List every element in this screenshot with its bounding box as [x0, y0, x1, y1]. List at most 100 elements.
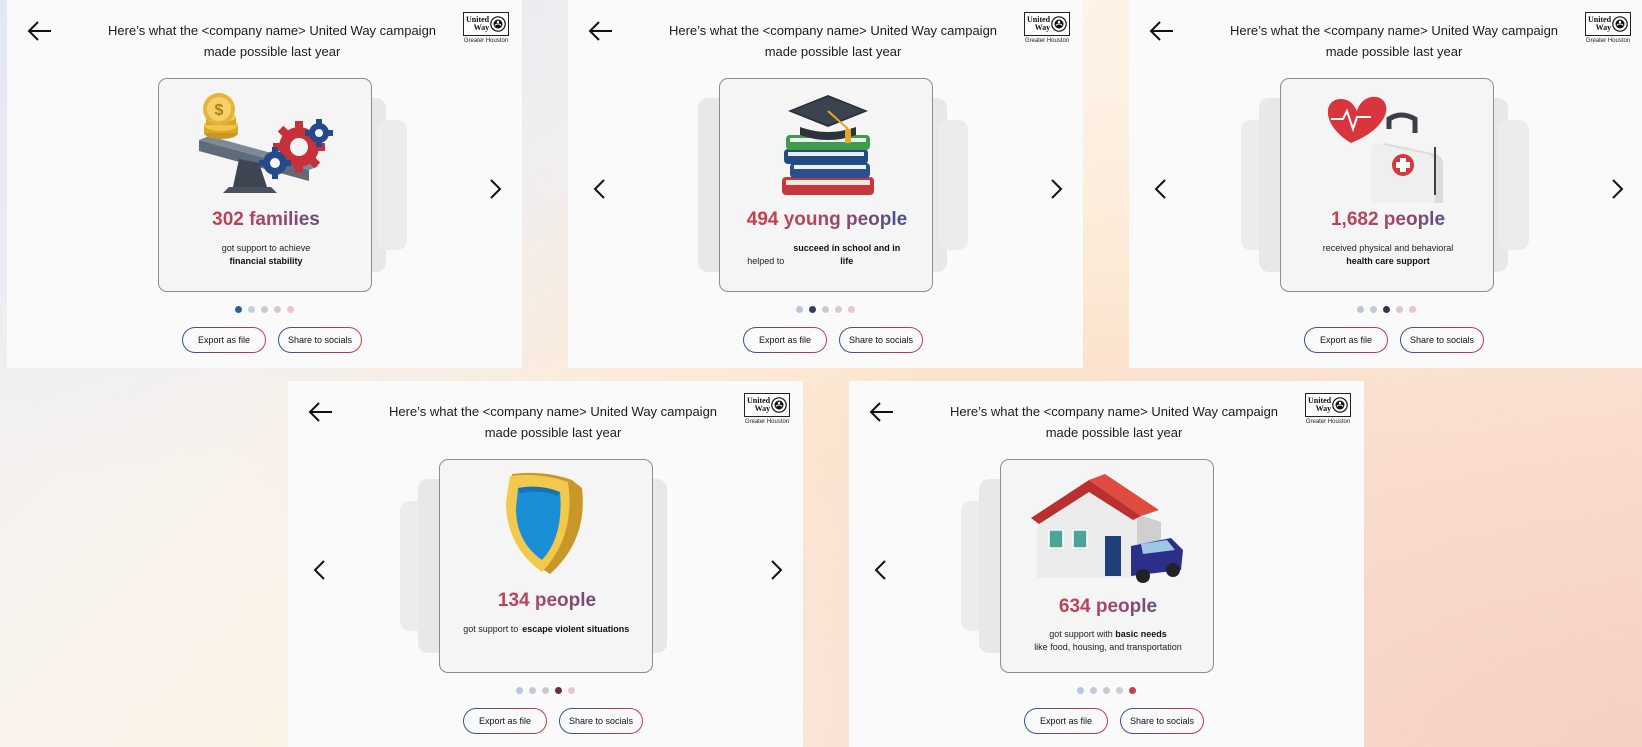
- pagination-dot-5[interactable]: [287, 306, 294, 313]
- back-arrow-icon[interactable]: [308, 399, 334, 425]
- desc-bold: succeed in school and in life: [793, 243, 901, 266]
- prev-arrow-icon[interactable]: [1153, 177, 1169, 201]
- pagination-dot-4[interactable]: [555, 687, 562, 694]
- stat-card: $ 302 families got support to achieve fi…: [158, 78, 372, 292]
- pagination-dot-1[interactable]: [235, 306, 242, 313]
- desc-plain: got support to: [463, 624, 519, 634]
- united-way-logo: United Way Greater Houston: [1303, 393, 1353, 425]
- next-arrow-icon[interactable]: [768, 558, 784, 582]
- export-as-file-button[interactable]: Export as file: [1024, 708, 1108, 734]
- stat-card: 1,682 people received physical and behav…: [1280, 78, 1494, 292]
- desc-plain: got support with: [1049, 629, 1113, 639]
- export-as-file-button[interactable]: Export as file: [1304, 327, 1388, 353]
- slide-panel-2: Here’s what the <company name> United Wa…: [568, 0, 1083, 368]
- slide-panel-5: Here’s what the <company name> United Wa…: [849, 381, 1364, 747]
- desc-plain: helped to: [747, 256, 785, 266]
- card-stack-ghost: [1499, 120, 1529, 250]
- pagination-dot-3[interactable]: [822, 306, 829, 313]
- stat-description: helped to succeed in school and in life: [720, 242, 932, 268]
- pagination-dot-2[interactable]: [248, 306, 255, 313]
- logo-word-way: Way: [1034, 23, 1051, 32]
- share-to-socials-button[interactable]: Share to socials: [278, 327, 362, 353]
- books-graduation-cap-icon: [782, 95, 874, 195]
- pagination-dot-2[interactable]: [809, 306, 816, 313]
- svg-text:$: $: [215, 102, 224, 119]
- export-as-file-button[interactable]: Export as file: [463, 708, 547, 734]
- next-arrow-icon[interactable]: [1609, 177, 1625, 201]
- logo-subtitle: Greater Houston: [744, 419, 790, 425]
- pagination-dot-3[interactable]: [1103, 687, 1110, 694]
- prev-arrow-icon[interactable]: [873, 558, 889, 582]
- pagination-dot-3[interactable]: [542, 687, 549, 694]
- pagination-dot-4[interactable]: [835, 306, 842, 313]
- logo-emblem-icon: [1051, 16, 1067, 32]
- pagination-dots: [1129, 306, 1642, 313]
- stat-card: 634 people got support with basic needs …: [1000, 459, 1214, 673]
- shield-icon: [506, 472, 583, 574]
- next-arrow-icon[interactable]: [487, 177, 503, 201]
- pagination-dots: [7, 306, 522, 313]
- back-arrow-icon[interactable]: [1149, 18, 1175, 44]
- card-stack-ghost: [377, 120, 407, 250]
- pagination-dot-1[interactable]: [1077, 687, 1084, 694]
- back-arrow-icon[interactable]: [588, 18, 614, 44]
- prev-arrow-icon[interactable]: [592, 177, 608, 201]
- share-to-socials-button[interactable]: Share to socials: [839, 327, 923, 353]
- logo-subtitle: Greater Houston: [1585, 38, 1631, 44]
- export-as-file-button[interactable]: Export as file: [743, 327, 827, 353]
- pagination-dot-4[interactable]: [1396, 306, 1403, 313]
- stat-card: 494 young people helped to succeed in sc…: [719, 78, 933, 292]
- logo-word-way: Way: [1595, 23, 1612, 32]
- stat-value: 494 young people: [720, 209, 932, 231]
- prev-arrow-icon[interactable]: [312, 558, 328, 582]
- pagination-dot-2[interactable]: [529, 687, 536, 694]
- pagination-dot-3[interactable]: [261, 306, 268, 313]
- logo-subtitle: Greater Houston: [1024, 38, 1070, 44]
- house-car-icon: [1031, 474, 1183, 583]
- stat-description: got support with basic needs like food, …: [1001, 628, 1213, 654]
- pagination-dot-1[interactable]: [516, 687, 523, 694]
- pagination-dot-1[interactable]: [1357, 306, 1364, 313]
- logo-subtitle: Greater Houston: [463, 38, 509, 44]
- logo-emblem-icon: [1332, 397, 1348, 413]
- stat-card: 134 people got support to escape violent…: [439, 459, 653, 673]
- pagination-dot-4[interactable]: [274, 306, 281, 313]
- page-title: Here’s what the <company name> United Wa…: [949, 404, 1279, 440]
- share-to-socials-button[interactable]: Share to socials: [559, 708, 643, 734]
- desc-bold: basic needs: [1115, 629, 1167, 639]
- pagination-dot-5[interactable]: [1129, 687, 1136, 694]
- desc-bold: financial stability: [229, 256, 303, 266]
- pagination-dots: [568, 306, 1083, 313]
- stat-value: 302 families: [159, 209, 371, 231]
- pagination-dot-5[interactable]: [568, 687, 575, 694]
- logo-emblem-icon: [1612, 16, 1628, 32]
- share-to-socials-button[interactable]: Share to socials: [1120, 708, 1204, 734]
- export-as-file-button[interactable]: Export as file: [182, 327, 266, 353]
- pagination-dot-2[interactable]: [1090, 687, 1097, 694]
- page-title: Here’s what the <company name> United Wa…: [668, 23, 998, 59]
- pagination-dot-1[interactable]: [796, 306, 803, 313]
- card-stack-ghost: [938, 120, 968, 250]
- slide-panel-1: Here’s what the <company name> United Wa…: [7, 0, 522, 368]
- share-to-socials-button[interactable]: Share to socials: [1400, 327, 1484, 353]
- stat-value: 134 people: [440, 590, 652, 612]
- united-way-logo: United Way Greater Houston: [461, 12, 511, 44]
- page-title: Here’s what the <company name> United Wa…: [107, 23, 437, 59]
- stat-value: 1,682 people: [1281, 209, 1493, 231]
- pagination-dot-4[interactable]: [1116, 687, 1123, 694]
- page-title: Here’s what the <company name> United Wa…: [1229, 23, 1559, 59]
- pagination-dot-3[interactable]: [1383, 306, 1390, 313]
- pagination-dot-2[interactable]: [1370, 306, 1377, 313]
- pagination-dot-5[interactable]: [1409, 306, 1416, 313]
- back-arrow-icon[interactable]: [27, 18, 53, 44]
- pagination-dots: [288, 687, 803, 694]
- logo-word-way: Way: [473, 23, 490, 32]
- next-arrow-icon[interactable]: [1048, 177, 1064, 201]
- logo-emblem-icon: [771, 397, 787, 413]
- logo-emblem-icon: [490, 16, 506, 32]
- back-arrow-icon[interactable]: [869, 399, 895, 425]
- desc-plain: got support to achieve: [221, 243, 311, 253]
- logo-word-way: Way: [754, 404, 771, 413]
- desc-plain: received physical and behavioral: [1322, 243, 1454, 253]
- pagination-dot-5[interactable]: [848, 306, 855, 313]
